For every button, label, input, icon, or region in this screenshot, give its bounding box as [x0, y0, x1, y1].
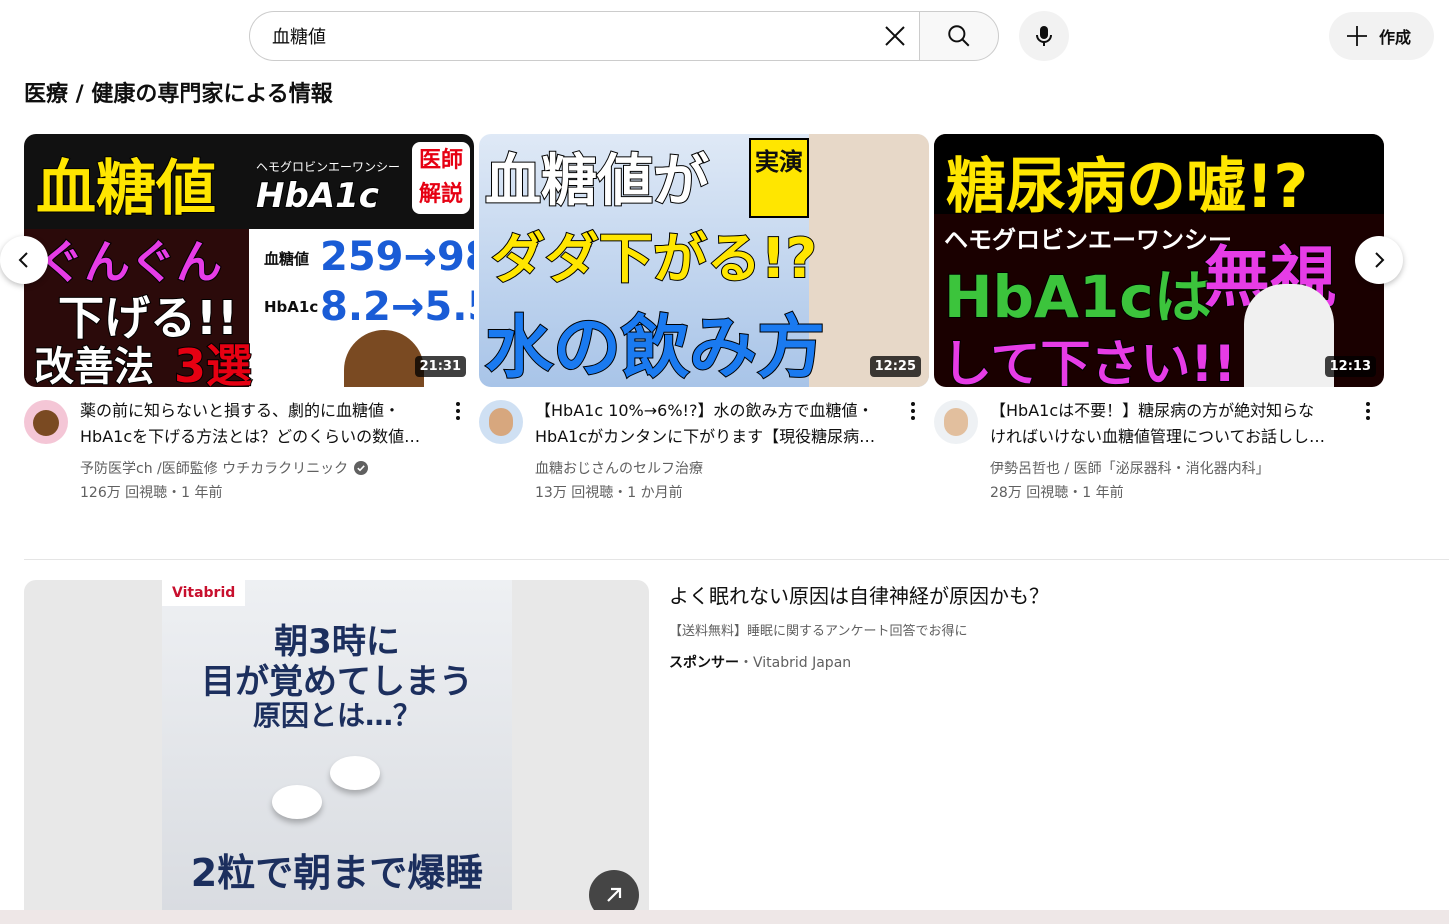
- top-bar: 血糖値 作成: [0, 0, 1449, 72]
- carousel-prev-button[interactable]: [0, 236, 48, 284]
- mascot-image: [344, 330, 424, 387]
- search-button[interactable]: [919, 11, 999, 61]
- more-actions-button[interactable]: [1358, 398, 1378, 424]
- channel-name-text: 予防医学ch /医師監修 ウチカラクリニック: [80, 461, 349, 477]
- ad-sponsor: スポンサー・Vitabrid Japan: [669, 652, 851, 672]
- video-title-line: HbA1cを下げる方法とは？どのくらいの数値…: [80, 427, 421, 446]
- search-query[interactable]: 血糖値: [272, 23, 870, 49]
- more-actions-button[interactable]: [903, 398, 923, 424]
- ad-headline: 原因とは…？: [252, 699, 421, 732]
- person-image: [809, 134, 929, 387]
- chevron-left-icon: [18, 252, 28, 268]
- ad-title[interactable]: よく眠れない原因は自律神経が原因かも？: [669, 580, 1049, 609]
- video-title[interactable]: 【HbA1c 10%→6%!?】水の飲み方で血糖値・ HbA1cがカンタンに下が…: [535, 398, 905, 450]
- ad-open-button[interactable]: [589, 870, 639, 910]
- create-button[interactable]: 作成: [1329, 12, 1434, 60]
- pill-image: [330, 756, 380, 790]
- avatar[interactable]: [24, 400, 68, 444]
- thumb-text: ヘモグロビンエーワンシー: [256, 160, 401, 174]
- advertiser-name[interactable]: Vitabrid Japan: [753, 655, 851, 671]
- verified-check-icon: [354, 461, 369, 475]
- video-card[interactable]: 血糖値 ヘモグロビンエーワンシー HbA1c 医師解説 ぐんぐん 下げる!! 改…: [24, 134, 474, 508]
- thumb-text: 水の飲み方: [484, 308, 826, 387]
- kebab-icon: [456, 402, 460, 406]
- thumb-text: 血糖値: [35, 153, 217, 225]
- os-taskbar: [0, 910, 1449, 924]
- section-divider: [24, 559, 1449, 560]
- thumb-text: HbA1cは: [943, 262, 1213, 332]
- plus-icon: [1347, 26, 1367, 46]
- ad-brand-logo: Vitabrid: [162, 580, 246, 606]
- ad-media[interactable]: Vitabrid 朝3時に 目が覚めてしまう 原因とは…？ 2粒で朝まで爆睡: [24, 580, 649, 910]
- close-icon: [885, 26, 905, 46]
- video-card[interactable]: 糖尿病の嘘!? ヘモグロビンエーワンシー HbA1cは 無視 して下さい!! 1…: [934, 134, 1384, 508]
- search-input[interactable]: 血糖値: [249, 11, 920, 61]
- video-card[interactable]: 血糖値が 実演 ダダ下がる!? 水の飲み方 12:25 【HbA1c 10%→6…: [479, 134, 929, 508]
- thumb-text: ダダ下がる!?: [490, 226, 818, 291]
- thumb-text: 3選: [173, 338, 253, 387]
- create-label: 作成: [1379, 28, 1412, 47]
- thumb-badge: 実演: [749, 138, 809, 218]
- video-thumbnail[interactable]: 血糖値が 実演 ダダ下がる!? 水の飲み方 12:25: [479, 134, 929, 387]
- sponsor-separator: ・: [739, 655, 753, 671]
- video-stats: 126万 回視聴・1 年前: [80, 485, 223, 501]
- kebab-icon: [1366, 402, 1370, 406]
- video-thumbnail[interactable]: 糖尿病の嘘!? ヘモグロビンエーワンシー HbA1cは 無視 して下さい!! 1…: [934, 134, 1384, 387]
- thumb-text: 血糖値: [264, 250, 310, 268]
- search-icon: [948, 25, 970, 47]
- video-stats: 13万 回視聴・1 か月前: [535, 485, 683, 501]
- video-title[interactable]: 薬の前に知らないと損する、劇的に血糖値・ HbA1cを下げる方法とは？どのくらい…: [80, 398, 450, 450]
- doctor-image: [1244, 284, 1334, 387]
- thumb-text: 259→98: [320, 234, 474, 280]
- thumb-text: 血糖値が: [484, 148, 710, 215]
- channel-name[interactable]: 予防医学ch /医師監修 ウチカラクリニック: [80, 458, 369, 478]
- thumb-text: 糖尿病の嘘!?: [945, 151, 1309, 223]
- clear-search-button[interactable]: [870, 12, 920, 60]
- thumb-text: して下さい!!: [941, 334, 1237, 387]
- channel-name-text: 伊勢呂哲也 / 医師「泌尿器科・消化器内科」: [990, 461, 1270, 477]
- avatar[interactable]: [479, 400, 523, 444]
- carousel-next-button[interactable]: [1355, 236, 1403, 284]
- channel-name-text: 血糖おじさんのセルフ治療: [535, 461, 703, 477]
- thumb-text: HbA1c: [264, 298, 319, 316]
- video-thumbnail[interactable]: 血糖値 ヘモグロビンエーワンシー HbA1c 医師解説 ぐんぐん 下げる!! 改…: [24, 134, 474, 387]
- ad-description: 【送料無料】睡眠に関するアンケート回答でお得に: [669, 624, 968, 639]
- pill-image: [272, 785, 322, 819]
- video-duration: 21:31: [414, 356, 466, 377]
- thumb-text: 8.2→5.5: [320, 284, 474, 330]
- video-title[interactable]: 【HbA1cは不要！】糖尿病の方が絶対知らな ければいけない血糖値管理についてお…: [990, 398, 1360, 450]
- avatar[interactable]: [934, 400, 978, 444]
- video-duration: 12:25: [869, 356, 921, 377]
- thumb-text: HbA1c: [255, 175, 380, 217]
- ad-bottom-text: 2粒で朝まで爆睡: [190, 851, 484, 895]
- kebab-icon: [911, 402, 915, 406]
- more-actions-button[interactable]: [448, 398, 468, 424]
- ad-image: Vitabrid 朝3時に 目が覚めてしまう 原因とは…？ 2粒で朝まで爆睡: [162, 580, 512, 910]
- video-title-line: 【HbA1c 10%→6%!?】水の飲み方で血糖値・: [535, 401, 874, 420]
- channel-name[interactable]: 伊勢呂哲也 / 医師「泌尿器科・消化器内科」: [990, 458, 1270, 478]
- video-title-line: 薬の前に知らないと損する、劇的に血糖値・: [80, 401, 401, 420]
- voice-search-button[interactable]: [1019, 11, 1069, 61]
- video-duration: 12:13: [1324, 356, 1376, 377]
- video-title-line: 【HbA1cは不要！】糖尿病の方が絶対知らな: [990, 401, 1315, 420]
- sponsor-label: スポンサー: [669, 655, 739, 671]
- channel-name[interactable]: 血糖おじさんのセルフ治療: [535, 458, 703, 478]
- video-stats: 28万 回視聴・1 年前: [990, 485, 1124, 501]
- mic-icon: [1036, 26, 1052, 46]
- arrow-up-right-icon: [607, 887, 622, 902]
- thumb-text: 改善法: [33, 343, 155, 387]
- section-title: 医療 / 健康の専門家による情報: [24, 82, 333, 107]
- video-title-line: HbA1cがカンタンに下がります【現役糖尿病…: [535, 427, 876, 446]
- thumb-badge: 医師解説: [412, 142, 470, 214]
- video-title-line: ければいけない血糖値管理についてお話しし…: [990, 427, 1326, 446]
- chevron-right-icon: [1375, 252, 1385, 268]
